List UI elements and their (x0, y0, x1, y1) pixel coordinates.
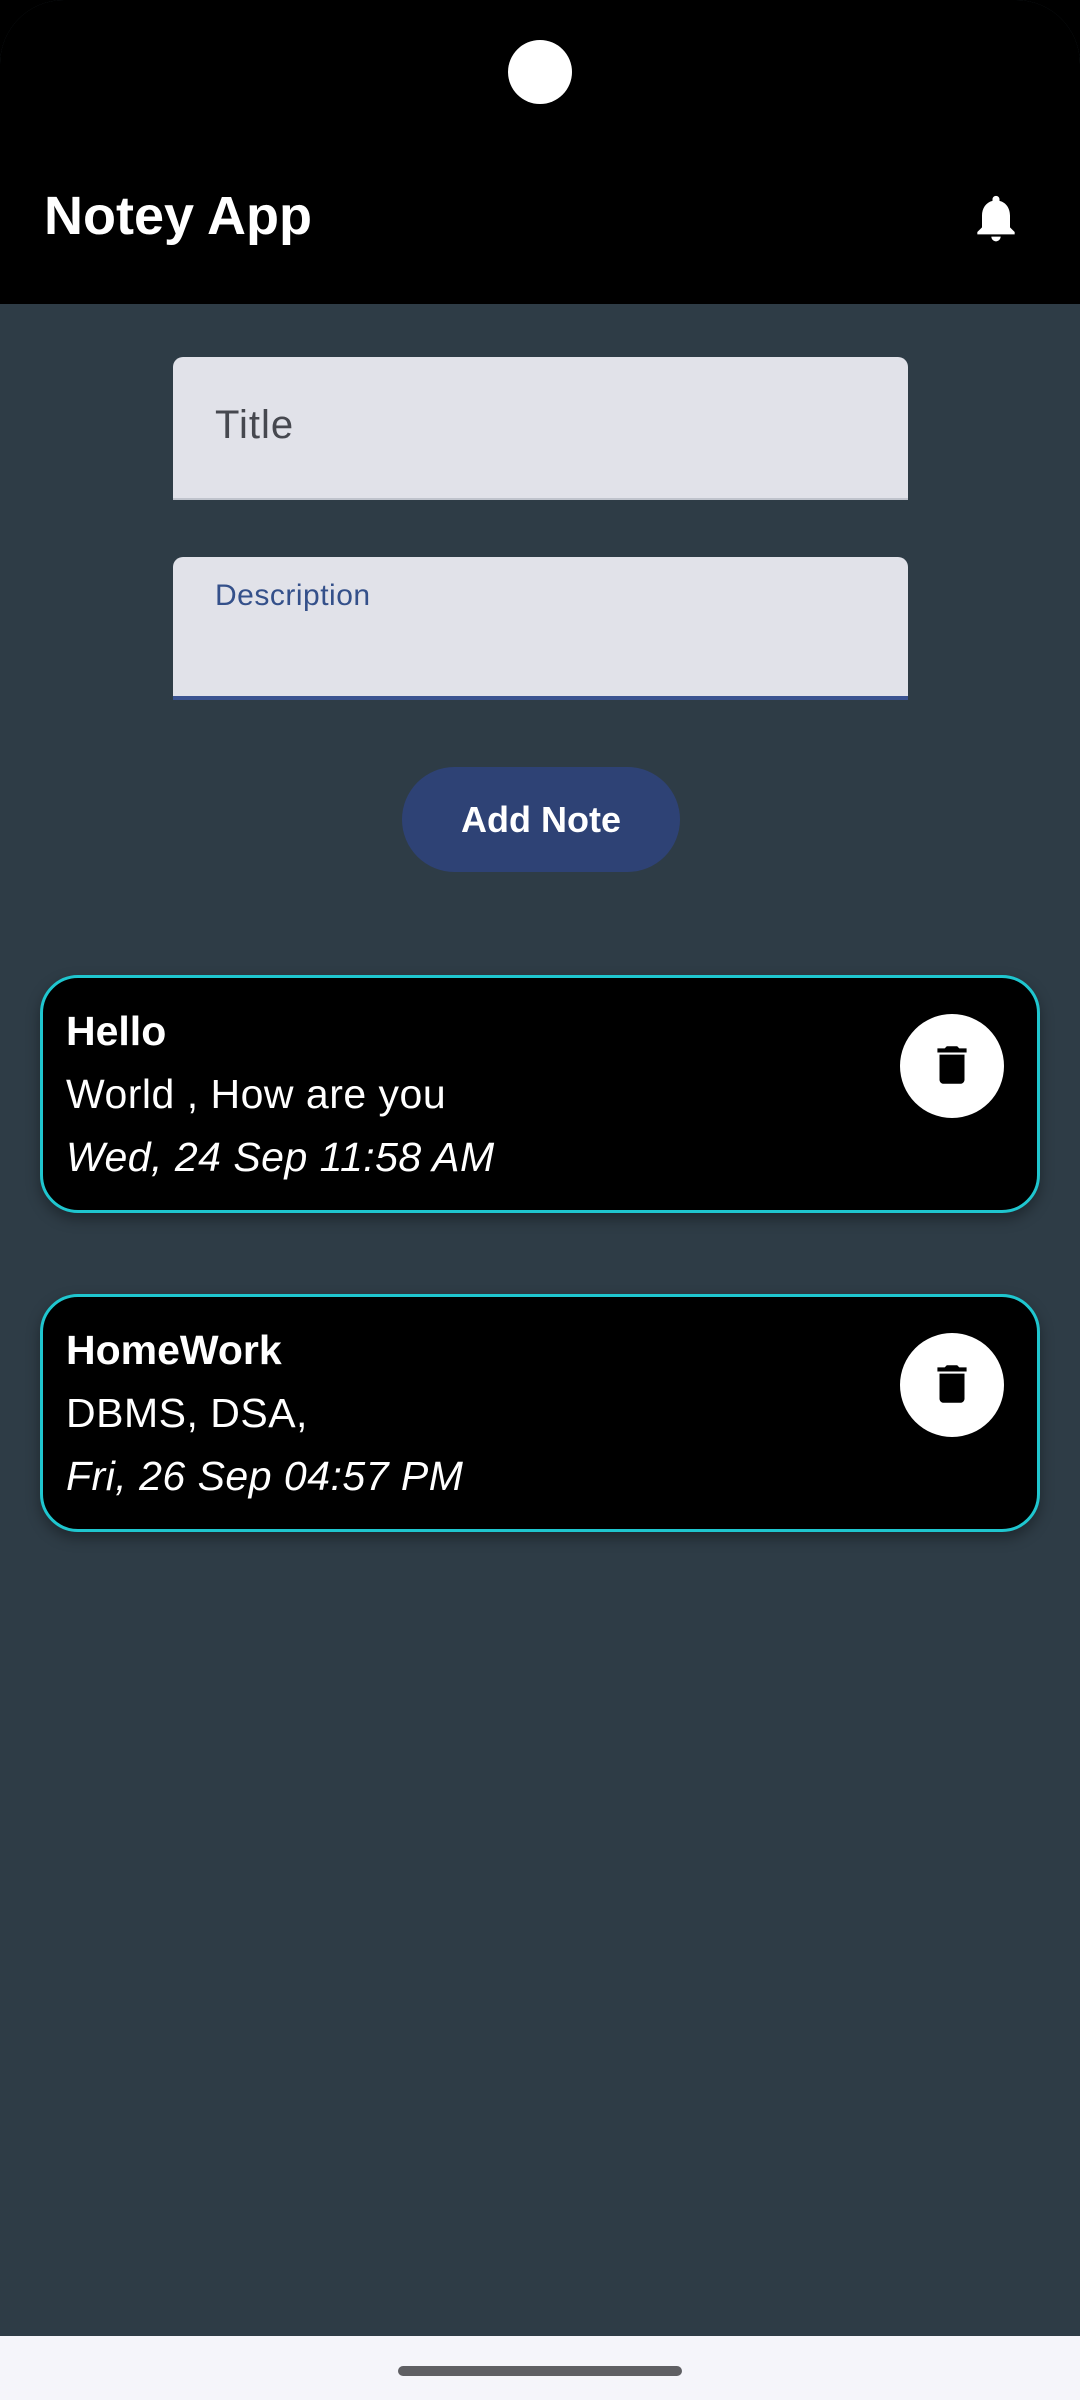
add-note-button[interactable]: Add Note (402, 767, 680, 872)
note-card[interactable]: HomeWork DBMS, DSA, Fri, 26 Sep 04:57 PM (40, 1294, 1040, 1532)
note-description: DBMS, DSA, (66, 1390, 308, 1436)
system-navigation-bar (0, 2336, 1080, 2400)
trash-icon (927, 1040, 977, 1093)
app-bar: Notey App (0, 0, 1080, 304)
home-indicator[interactable] (398, 2366, 682, 2376)
note-date: Fri, 26 Sep 04:57 PM (66, 1453, 464, 1499)
bell-icon[interactable] (968, 190, 1024, 246)
camera-cutout (508, 40, 572, 104)
main-content: Title Description Add Note Hello World ,… (0, 304, 1080, 2336)
description-field[interactable]: Description (173, 557, 908, 700)
note-description: World , How are you (66, 1071, 447, 1117)
note-date: Wed, 24 Sep 11:58 AM (66, 1134, 495, 1180)
app-screen: Notey App Title Description Add Note Hel… (0, 0, 1080, 2400)
delete-note-button[interactable] (900, 1333, 1004, 1437)
app-title: Notey App (44, 186, 312, 246)
note-card[interactable]: Hello World , How are you Wed, 24 Sep 11… (40, 975, 1040, 1213)
title-field[interactable]: Title (173, 357, 908, 500)
note-title: Hello (66, 1008, 167, 1054)
description-label: Description (215, 579, 371, 612)
delete-note-button[interactable] (900, 1014, 1004, 1118)
title-placeholder: Title (215, 403, 295, 447)
trash-icon (927, 1359, 977, 1412)
note-title: HomeWork (66, 1327, 282, 1373)
